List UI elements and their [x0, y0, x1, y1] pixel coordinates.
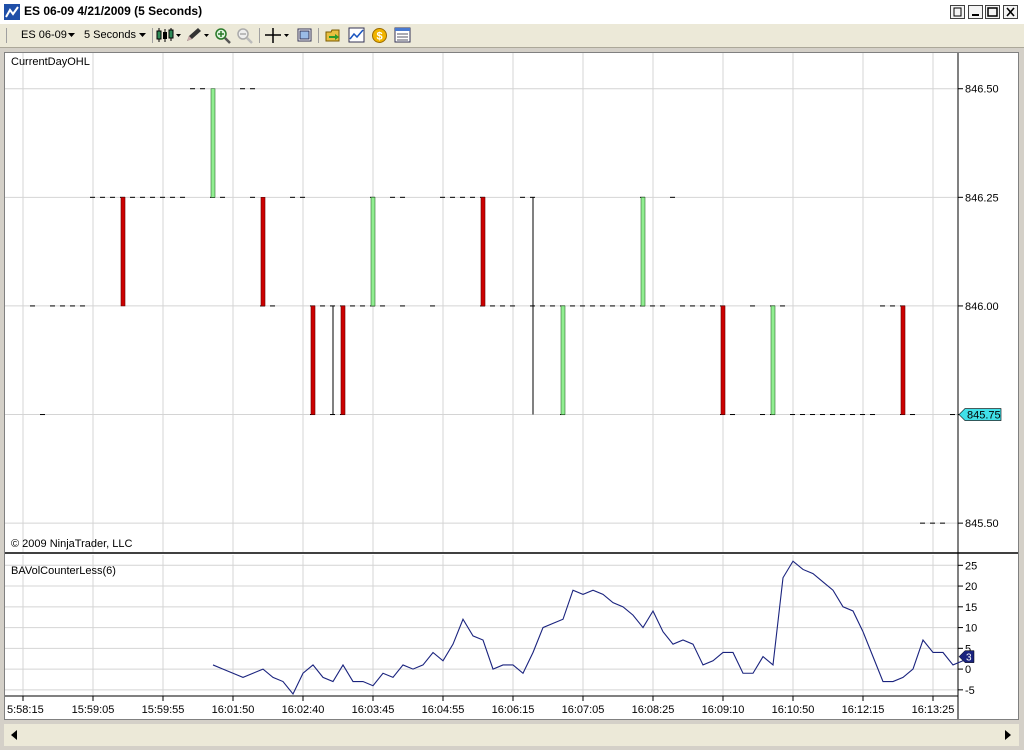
- toolbar-separator: [259, 28, 260, 43]
- time-tick-label: 16:12:15: [842, 704, 885, 716]
- strategies-button[interactable]: $: [371, 27, 389, 44]
- time-tick-label: 16:04:55: [422, 704, 465, 716]
- zoom-in-button[interactable]: [214, 27, 232, 44]
- price-bar: [210, 88, 216, 198]
- properties-button[interactable]: [394, 27, 412, 44]
- zoom-out-icon: [237, 28, 253, 44]
- toolbar-separator: [152, 28, 153, 43]
- crosshair-button[interactable]: [264, 27, 292, 44]
- indicator-tick-label: 0: [965, 664, 971, 676]
- price-tick-label: 846.25: [965, 192, 999, 204]
- time-tick-label: 16:07:05: [562, 704, 605, 716]
- drawing-tools-button[interactable]: [184, 27, 210, 44]
- data-box-button[interactable]: [296, 27, 314, 44]
- chevron-down-icon: [139, 33, 146, 37]
- close-icon: [1006, 7, 1015, 17]
- chart-style-button[interactable]: [156, 27, 182, 44]
- window-restore-icon: [953, 7, 962, 17]
- close-button[interactable]: [1003, 5, 1018, 19]
- zoom-in-icon: [215, 28, 231, 44]
- chart-panel[interactable]: CurrentDayOHL © 2009 NinjaTrader, LLC BA…: [4, 52, 1019, 720]
- window-title: ES 06-09 4/21/2009 (5 Seconds): [24, 4, 203, 18]
- indicator-tick-label: 10: [965, 623, 977, 635]
- price-bar: [640, 197, 646, 307]
- chevron-down-icon: [68, 33, 75, 37]
- price-bar: [120, 197, 126, 307]
- data-box-icon: [297, 28, 312, 42]
- price-bar: [560, 305, 566, 415]
- chart-canvas[interactable]: CurrentDayOHL © 2009 NinjaTrader, LLC BA…: [5, 53, 1019, 720]
- svg-text:$: $: [376, 31, 382, 43]
- time-tick-label: 16:01:50: [212, 704, 255, 716]
- price-panel-title: CurrentDayOHL: [11, 56, 90, 68]
- horizontal-scrollbar[interactable]: [4, 724, 1019, 746]
- instrument-label: ES 06-09: [21, 29, 67, 41]
- price-bar: [900, 305, 906, 415]
- time-tick-label: 16:06:15: [492, 704, 535, 716]
- time-tick-label: 16:08:25: [632, 704, 675, 716]
- indicator-last-value-label: 3: [966, 653, 972, 664]
- minimize-button[interactable]: [968, 5, 983, 19]
- pencil-icon: [187, 28, 209, 41]
- crosshair-icon: [265, 28, 289, 43]
- dollar-coin-icon: $: [372, 28, 387, 43]
- price-bar: [770, 305, 776, 415]
- time-tick-label: 16:10:50: [772, 704, 815, 716]
- chart-toolbar: ES 06-09 5 Seconds $: [0, 24, 1024, 48]
- last-price-label: 845.75: [967, 410, 1001, 422]
- indicator-tick-label: -5: [965, 685, 975, 697]
- indicators-button[interactable]: [348, 27, 366, 44]
- indicator-tick-label: 25: [965, 560, 977, 572]
- price-tick-label: 846.00: [965, 301, 999, 313]
- copyright-watermark: © 2009 NinjaTrader, LLC: [11, 538, 132, 550]
- indicator-tick-label: 20: [965, 581, 977, 593]
- scroll-left-icon[interactable]: [6, 726, 22, 744]
- price-bar: [340, 305, 346, 415]
- toolbar-grip: [6, 28, 7, 43]
- templates-button[interactable]: [325, 27, 343, 44]
- interval-label: 5 Seconds: [84, 29, 136, 41]
- ninjatrader-app-icon: [4, 4, 20, 20]
- maximize-button[interactable]: [985, 5, 1000, 19]
- price-tick-label: 845.50: [965, 518, 999, 530]
- minimize-icon: [972, 14, 979, 16]
- time-tick-label: 5:58:15: [7, 704, 44, 716]
- folder-icon: [325, 29, 340, 42]
- interval-selector[interactable]: 5 Seconds: [80, 27, 150, 44]
- zoom-out-button[interactable]: [236, 27, 254, 44]
- price-bar: [260, 197, 266, 307]
- price-bar: [720, 305, 726, 415]
- time-tick-label: 16:02:40: [282, 704, 325, 716]
- price-bar: [370, 197, 376, 307]
- scroll-right-icon[interactable]: [1000, 726, 1016, 744]
- indicator-panel-title: BAVolCounterLess(6): [11, 565, 116, 577]
- time-tick-label: 16:03:45: [352, 704, 395, 716]
- properties-icon: [394, 27, 411, 43]
- maximize-icon: [987, 7, 998, 17]
- price-tick-label: 846.50: [965, 84, 999, 96]
- candlestick-icon: [156, 28, 181, 42]
- restore-small-button[interactable]: [950, 5, 965, 19]
- price-bar: [480, 197, 486, 307]
- time-tick-label: 15:59:55: [142, 704, 185, 716]
- price-bar: [310, 305, 316, 415]
- window-titlebar: ES 06-09 4/21/2009 (5 Seconds): [0, 0, 1024, 25]
- time-tick-label: 16:09:10: [702, 704, 745, 716]
- indicator-chart-icon: [348, 27, 365, 43]
- instrument-selector[interactable]: ES 06-09: [14, 27, 76, 44]
- time-tick-label: 16:13:25: [912, 704, 955, 716]
- gridlines: [5, 53, 958, 696]
- indicator-tick-label: 15: [965, 602, 977, 614]
- toolbar-separator: [318, 28, 319, 43]
- time-tick-label: 15:59:05: [72, 704, 115, 716]
